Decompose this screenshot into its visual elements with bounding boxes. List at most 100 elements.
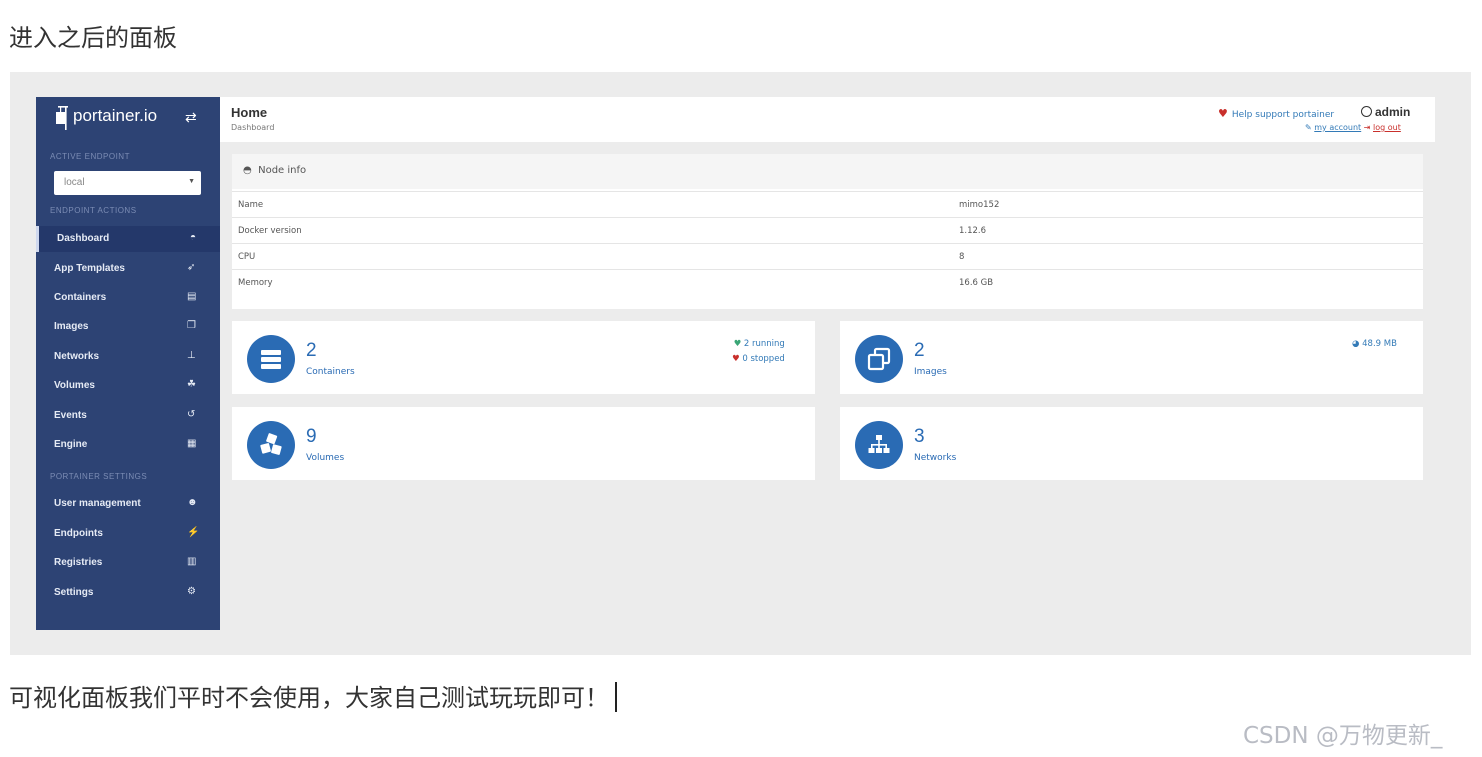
table-row: Name mimo152: [232, 191, 1423, 217]
portainer-settings-label: PORTAINER SETTINGS: [50, 472, 148, 481]
node-info-value: 16.6 GB: [959, 278, 994, 288]
topbar: Home Dashboard ♥ Help support portainer a…: [220, 97, 1435, 142]
sidebar-item-registries[interactable]: Registries ▥: [36, 550, 220, 576]
pie-chart-icon: ◕: [1352, 339, 1360, 349]
sidebar-item-label: Endpoints: [54, 528, 103, 539]
sidebar-item-label: Engine: [54, 439, 88, 450]
node-info-panel: ◓ Node info Name mimo152 Docker version …: [232, 154, 1423, 309]
server-icon: ▤: [187, 291, 197, 302]
heart-icon: ♥: [1218, 107, 1228, 120]
server-icon: [247, 335, 295, 383]
help-support-link[interactable]: ♥ Help support portainer: [1218, 107, 1334, 120]
wrench-icon: ✎: [1305, 123, 1312, 132]
log-out-link[interactable]: log out: [1373, 123, 1401, 132]
sidebar-item-label: Containers: [54, 292, 107, 303]
rocket-icon: ➶: [187, 262, 196, 273]
sitemap-icon: [855, 421, 903, 469]
networks-count: 3: [914, 426, 925, 447]
portainer-logo-icon: [56, 106, 68, 130]
sidebar-item-engine[interactable]: Engine ▦: [36, 432, 220, 458]
cogs-icon: ⚙: [187, 586, 196, 597]
endpoint-select[interactable]: local ▼: [54, 171, 201, 195]
sidebar-item-endpoints[interactable]: Endpoints ⚡: [36, 521, 220, 547]
csdn-watermark: CSDN @万物更新_: [1243, 723, 1443, 749]
sidebar-item-user-management[interactable]: User management ☻: [36, 491, 220, 517]
sidebar-item-images[interactable]: Images ❐: [36, 314, 220, 340]
cubes-icon: ☘: [187, 379, 196, 390]
node-info-value: mimo152: [959, 200, 1000, 210]
images-count: 2: [914, 340, 925, 361]
sidebar-item-label: Volumes: [54, 380, 95, 391]
database-icon: ▥: [187, 556, 197, 567]
containers-label: Containers: [306, 367, 355, 377]
node-info-value: 1.12.6: [959, 226, 987, 236]
article-caption: 可视化面板我们平时不会使用，大家自己测试玩玩即可！: [9, 678, 617, 713]
table-row: Memory 16.6 GB: [232, 269, 1423, 295]
account-links: ✎ my account ⇥ log out: [1305, 123, 1401, 132]
sidebar-item-label: User management: [54, 498, 141, 509]
endpoint-actions-label: ENDPOINT ACTIONS: [50, 206, 137, 215]
users-icon: ☻: [187, 497, 198, 508]
sign-out-icon: ⇥: [1363, 123, 1371, 132]
containers-count: 2: [306, 340, 317, 361]
images-label: Images: [914, 367, 947, 377]
sidebar-item-label: Events: [54, 410, 87, 421]
node-info-title: Node info: [258, 165, 307, 176]
images-tile[interactable]: 2 Images ◕ 48.9 MB: [840, 321, 1423, 394]
heartbeat-icon: ♥: [732, 354, 740, 364]
images-size-value: 48.9 MB: [1362, 339, 1397, 349]
volumes-tile[interactable]: 9 Volumes: [232, 407, 815, 480]
history-icon: ↺: [187, 409, 196, 420]
node-info-header: ◓ Node info: [232, 154, 1423, 189]
node-info-key: Name: [238, 200, 264, 210]
caret-down-icon: ▼: [188, 178, 195, 185]
breadcrumb: Dashboard: [231, 123, 275, 132]
node-info-key: Docker version: [238, 226, 302, 236]
plug-icon: ⚡: [187, 527, 200, 538]
sidebar-item-label: Networks: [54, 351, 100, 362]
sidebar-item-events[interactable]: Events ↺: [36, 403, 220, 429]
tachometer-icon: ◓: [243, 165, 252, 176]
table-row: CPU 8: [232, 243, 1423, 269]
exchange-icon[interactable]: ⇄: [185, 109, 197, 126]
containers-stopped: 0 stopped: [742, 354, 785, 364]
node-info-key: CPU: [238, 252, 256, 262]
brand-name: portainer.io: [73, 106, 158, 125]
username: admin: [1375, 105, 1411, 119]
sidebar-item-volumes[interactable]: Volumes ☘: [36, 373, 220, 399]
user-circle-icon: [1361, 106, 1372, 117]
tachometer-icon: ◓: [190, 232, 197, 243]
node-info-key: Memory: [238, 278, 273, 288]
active-endpoint-label: ACTIVE ENDPOINT: [50, 152, 130, 161]
heartbeat-icon: ♥: [733, 339, 742, 349]
page-title: Home: [231, 105, 268, 120]
text-cursor: [615, 682, 617, 712]
containers-tile[interactable]: 2 Containers ♥ 2 running ♥ 0 stopped: [232, 321, 815, 394]
sidebar: portainer.io ⇄ ACTIVE ENDPOINT local ▼ E…: [36, 97, 220, 630]
images-size: ◕ 48.9 MB: [1352, 337, 1397, 352]
containers-running: 2 running: [743, 339, 785, 349]
clone-icon: ❐: [187, 320, 196, 331]
brand[interactable]: portainer.io ⇄: [36, 97, 220, 137]
volumes-label: Volumes: [306, 453, 345, 463]
my-account-link[interactable]: my account: [1314, 123, 1361, 132]
sidebar-item-app-templates[interactable]: App Templates ➶: [36, 256, 220, 282]
containers-status: ♥ 2 running ♥ 0 stopped: [732, 337, 785, 367]
sidebar-item-networks[interactable]: Networks ⊥: [36, 344, 220, 370]
networks-tile[interactable]: 3 Networks: [840, 407, 1423, 480]
sidebar-item-settings[interactable]: Settings ⚙: [36, 580, 220, 606]
volumes-count: 9: [306, 426, 317, 447]
sidebar-item-label: Images: [54, 321, 89, 332]
sidebar-item-label: Settings: [54, 587, 94, 598]
article-heading: 进入之后的面板: [9, 24, 177, 52]
caption-text: 可视化面板我们平时不会使用，大家自己测试玩玩即可！: [9, 684, 609, 712]
sidebar-item-label: Registries: [54, 557, 103, 568]
sidebar-item-dashboard[interactable]: Dashboard ◓: [36, 226, 220, 252]
user-menu[interactable]: admin: [1361, 105, 1410, 119]
help-support-label: Help support portainer: [1231, 110, 1335, 120]
sitemap-icon: ⊥: [187, 350, 196, 361]
table-row: Docker version 1.12.6: [232, 217, 1423, 243]
sidebar-item-containers[interactable]: Containers ▤: [36, 285, 220, 311]
networks-label: Networks: [914, 453, 957, 463]
clone-icon: [855, 335, 903, 383]
